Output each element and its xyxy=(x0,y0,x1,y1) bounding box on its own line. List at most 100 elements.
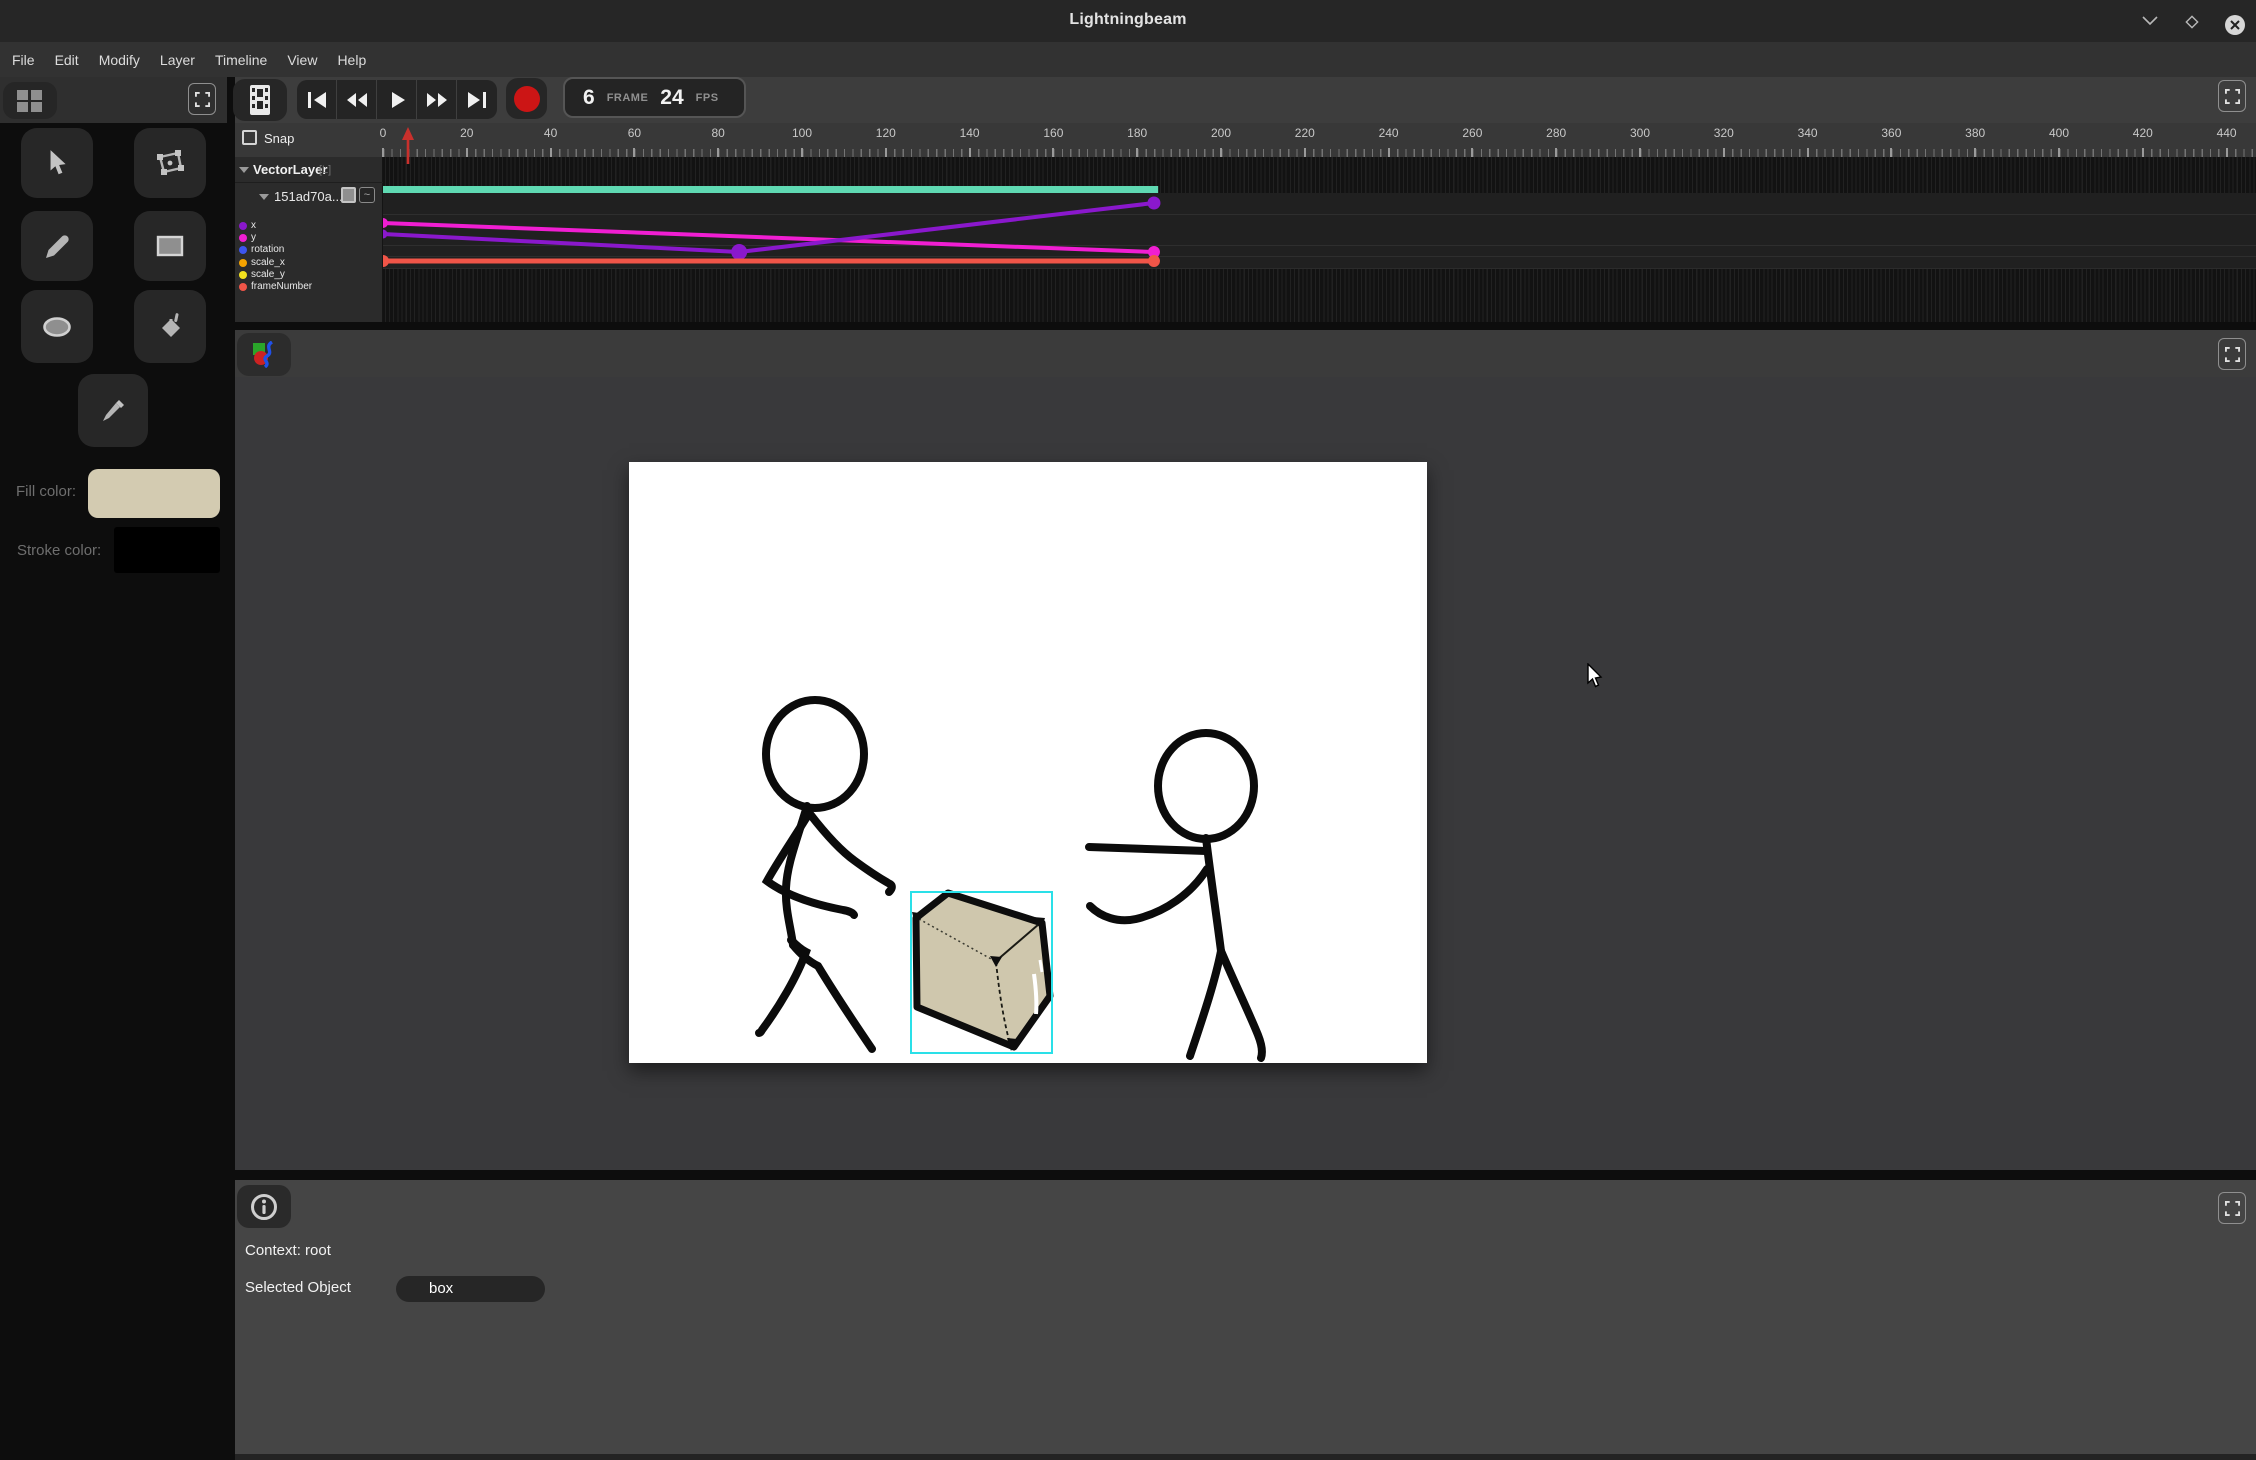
layer-extent-bar[interactable] xyxy=(383,186,1158,193)
eyedropper-icon xyxy=(100,397,127,424)
cursor-icon xyxy=(44,149,70,177)
keyframe-frameNumber-184[interactable] xyxy=(1148,255,1160,267)
property-color-dot xyxy=(239,234,247,242)
ruler-label-360: 360 xyxy=(1881,126,1901,140)
paint-bucket-icon xyxy=(156,312,184,342)
object-track-name[interactable]: 151ad70a... xyxy=(274,189,343,204)
canvas-fullscreen-button[interactable] xyxy=(2218,338,2246,370)
timeline-fullscreen-button[interactable] xyxy=(2218,80,2246,112)
property-row-scale_y[interactable]: scale_y xyxy=(235,269,383,281)
property-name: scale_y xyxy=(251,269,285,280)
snap-checkbox[interactable] xyxy=(242,130,257,145)
fps-value[interactable]: 24 xyxy=(660,86,683,110)
minimize-icon[interactable] xyxy=(2142,14,2158,32)
property-row-x[interactable]: x xyxy=(235,220,383,232)
grid-panel-button[interactable] xyxy=(3,82,57,119)
inspector-fullscreen-button[interactable] xyxy=(2218,1192,2246,1224)
ruler-label-280: 280 xyxy=(1546,126,1566,140)
keyframe-x-85[interactable] xyxy=(731,244,747,260)
ruler-label-140: 140 xyxy=(960,126,980,140)
property-name: x xyxy=(251,220,256,231)
transform-tool-button[interactable] xyxy=(134,128,206,198)
layer-name[interactable]: VectorLayer xyxy=(253,162,327,177)
skip-to-start-button[interactable] xyxy=(297,80,337,119)
ruler-label-200: 200 xyxy=(1211,126,1231,140)
eyedropper-tool-button[interactable] xyxy=(78,374,148,447)
close-icon[interactable] xyxy=(2224,14,2246,41)
property-name: scale_x xyxy=(251,257,285,268)
ruler-label-0: 0 xyxy=(380,126,387,140)
track-curve-button[interactable]: ~ xyxy=(359,187,375,203)
ruler-tick xyxy=(2058,148,2060,157)
select-tool-button[interactable] xyxy=(21,128,93,198)
context-label: Context: root xyxy=(245,1242,331,1259)
layer-row-vectorlayer[interactable]: VectorLayer [L] xyxy=(235,157,383,183)
fill-tool-button[interactable] xyxy=(134,290,206,363)
info-button[interactable] xyxy=(237,1185,291,1228)
property-row-scale_x[interactable]: scale_x xyxy=(235,257,383,269)
selected-object-dropdown[interactable]: box xyxy=(396,1276,545,1302)
ellipse-icon xyxy=(42,316,72,338)
ruler-tick xyxy=(717,148,719,157)
stroke-color-swatch[interactable] xyxy=(114,527,220,573)
ruler-label-180: 180 xyxy=(1127,126,1147,140)
fullscreen-icon xyxy=(195,92,210,107)
ruler-tick xyxy=(1639,148,1641,157)
frame-unit-label: FRAME xyxy=(607,92,649,104)
layers-panel: VectorLayer [L] 151ad70a... ~ xyrotation… xyxy=(235,157,383,322)
menu-item-view[interactable]: View xyxy=(287,52,317,68)
collapse-triangle-icon[interactable] xyxy=(239,167,249,173)
pencil-tool-button[interactable] xyxy=(21,211,93,281)
stage[interactable] xyxy=(629,462,1427,1063)
play-button[interactable] xyxy=(377,80,417,119)
property-row-y[interactable]: y xyxy=(235,232,383,244)
track-visibility-button[interactable] xyxy=(341,187,356,203)
property-color-dot xyxy=(239,283,247,291)
ruler-label-300: 300 xyxy=(1630,126,1650,140)
ruler-label-40: 40 xyxy=(544,126,557,140)
ruler-label-260: 260 xyxy=(1462,126,1482,140)
property-name: rotation xyxy=(251,244,284,255)
playhead[interactable] xyxy=(401,127,415,164)
record-button[interactable] xyxy=(506,78,547,119)
tools-fullscreen-button[interactable] xyxy=(188,83,216,115)
app-window: Lightningbeam File Edit Modify Layer Timelin… xyxy=(0,0,2256,1460)
keyframe-x-184[interactable] xyxy=(1147,197,1160,210)
menu-item-modify[interactable]: Modify xyxy=(99,52,140,68)
ruler-label-400: 400 xyxy=(2049,126,2069,140)
menu-item-help[interactable]: Help xyxy=(337,52,366,68)
curves-svg[interactable] xyxy=(235,157,2256,322)
rectangle-icon xyxy=(156,235,184,257)
rectangle-tool-button[interactable] xyxy=(134,211,206,281)
property-color-dot xyxy=(239,246,247,254)
ruler-tick xyxy=(1304,148,1306,157)
menu-item-edit[interactable]: Edit xyxy=(55,52,79,68)
timeline-ruler[interactable]: Snap 02040608010012014016018020022024026… xyxy=(235,123,2256,157)
ellipse-tool-button[interactable] xyxy=(21,290,93,363)
rewind-button[interactable] xyxy=(337,80,377,119)
ruler-label-240: 240 xyxy=(1379,126,1399,140)
ruler-label-120: 120 xyxy=(876,126,896,140)
timeline-tracks[interactable] xyxy=(235,157,2256,322)
property-row-frameNumber[interactable]: frameNumber xyxy=(235,281,383,293)
ruler-tick xyxy=(2226,148,2228,157)
title-bar: Lightningbeam xyxy=(0,0,2256,42)
property-color-dot xyxy=(239,259,247,267)
collapse-triangle-icon[interactable] xyxy=(259,194,269,200)
menu-item-file[interactable]: File xyxy=(12,52,35,68)
ruler-label-340: 340 xyxy=(1798,126,1818,140)
pencil-icon xyxy=(44,233,71,260)
property-name: frameNumber xyxy=(251,281,312,292)
skip-to-end-button[interactable] xyxy=(457,80,497,119)
ruler-tick xyxy=(969,148,971,157)
property-row-rotation[interactable]: rotation xyxy=(235,244,383,256)
fast-forward-button[interactable] xyxy=(417,80,457,119)
menu-item-timeline[interactable]: Timeline xyxy=(215,52,267,68)
scene-button[interactable] xyxy=(237,333,291,376)
maximize-icon[interactable] xyxy=(2184,14,2200,35)
fill-color-swatch[interactable] xyxy=(88,469,220,518)
film-strip-button[interactable] xyxy=(233,79,287,121)
ruler-label-160: 160 xyxy=(1043,126,1063,140)
menu-item-layer[interactable]: Layer xyxy=(160,52,195,68)
frame-number-value[interactable]: 6 xyxy=(583,86,595,110)
